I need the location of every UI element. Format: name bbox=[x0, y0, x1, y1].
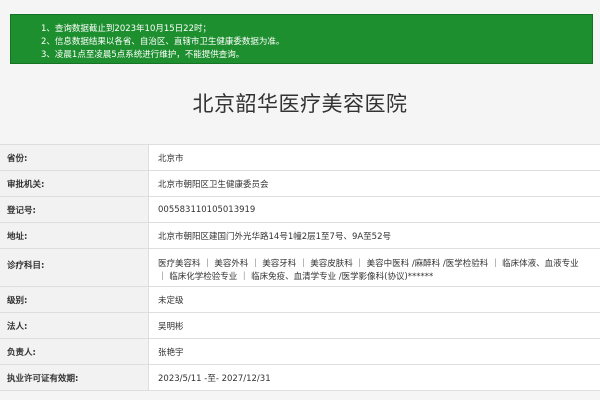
notice-line-1: 1、查询数据截止到2023年10月15日22时； bbox=[41, 24, 211, 34]
row-value: 医疗美容科 ｜ 美容外科 ｜ 美容牙科 ｜ 美容皮肤科 ｜ 美容中医科 /麻醉科… bbox=[158, 259, 579, 282]
row-value: 005583110105013919 bbox=[158, 204, 256, 215]
table-row-province: 省份: 北京市 bbox=[0, 145, 600, 171]
table-row-address: 地址: 北京市朝阳区建国门外光华路14号1幢2层1至7号、9A至52号 bbox=[0, 223, 600, 249]
row-value: 北京市朝阳区建国门外光华路14号1幢2层1至7号、9A至52号 bbox=[158, 231, 391, 242]
table-row-registration-no: 登记号: 005583110105013919 bbox=[0, 197, 600, 223]
row-value: 北京市 bbox=[158, 153, 184, 164]
row-value: 北京市朝阳区卫生健康委员会 bbox=[158, 179, 269, 190]
table-row-departments: 诊疗科目: 医疗美容科 ｜ 美容外科 ｜ 美容牙科 ｜ 美容皮肤科 ｜ 美容中医… bbox=[0, 249, 600, 287]
row-label: 登记号: bbox=[0, 197, 149, 222]
row-value: 张艳宇 bbox=[158, 347, 184, 358]
row-label: 执业许可证有效期: bbox=[0, 365, 149, 390]
row-label: 级别: bbox=[0, 287, 149, 312]
row-label: 负责人: bbox=[0, 339, 149, 364]
notice-banner: 1、查询数据截止到2023年10月15日22时； 2、信息数据结果以各省、自治区… bbox=[10, 14, 593, 64]
row-label: 法人: bbox=[0, 313, 149, 338]
notice-line-3: 3、凌晨1点至凌晨5点系统进行维护，不能提供查询。 bbox=[41, 50, 245, 60]
row-value: 吴明彬 bbox=[158, 321, 184, 332]
table-row-person-in-charge: 负责人: 张艳宇 bbox=[0, 339, 600, 365]
info-table: 省份: 北京市 审批机关: 北京市朝阳区卫生健康委员会 登记号: 0055831… bbox=[0, 144, 600, 391]
row-label: 省份: bbox=[0, 145, 149, 170]
row-label: 地址: bbox=[0, 223, 149, 248]
table-row-authority: 审批机关: 北京市朝阳区卫生健康委员会 bbox=[0, 171, 600, 197]
row-value: 未定级 bbox=[158, 295, 184, 306]
row-value: 2023/5/11 -至- 2027/12/31 bbox=[158, 373, 271, 384]
table-row-legal-person: 法人: 吴明彬 bbox=[0, 313, 600, 339]
table-row-grade: 级别: 未定级 bbox=[0, 287, 600, 313]
notice-line-2: 2、信息数据结果以各省、自治区、直辖市卫生健康委数据为准。 bbox=[41, 37, 285, 47]
table-row-license-validity: 执业许可证有效期: 2023/5/11 -至- 2027/12/31 bbox=[0, 365, 600, 391]
row-label: 诊疗科目: bbox=[0, 249, 149, 286]
page-title: 北京韶华医疗美容医院 bbox=[192, 92, 408, 116]
row-label: 审批机关: bbox=[0, 171, 149, 196]
